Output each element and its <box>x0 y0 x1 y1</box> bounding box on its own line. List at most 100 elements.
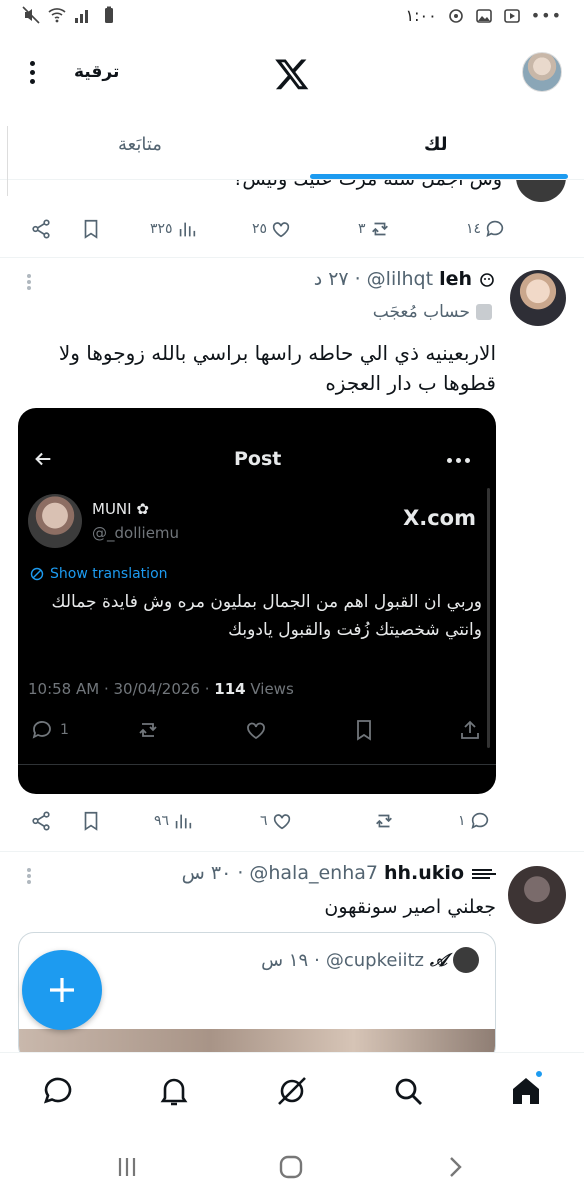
mute-icon <box>22 6 40 24</box>
messages-icon <box>43 1077 72 1104</box>
post-header: ٣٠ س · @hala_enha7 hh.ukio <box>182 862 496 884</box>
repost-icon <box>371 222 388 236</box>
status-left <box>22 6 118 24</box>
embed-handle: @_dolliemu <box>92 524 180 542</box>
nav-messages[interactable] <box>40 1073 76 1109</box>
embed-text: وربي ان القبول اهم من الجمال بمليون مره … <box>51 592 482 640</box>
timeline-tabs: متابَعة لك <box>0 118 584 180</box>
embed-scrollbar <box>487 488 490 748</box>
signal-icon <box>75 10 88 23</box>
avatar[interactable] <box>516 180 566 202</box>
status-right: ١:٠٠ ••• <box>406 6 562 25</box>
bookmark-icon <box>357 720 371 741</box>
tab-following[interactable]: متابَعة <box>118 134 162 155</box>
compose-button[interactable] <box>22 950 102 1030</box>
share-icon <box>461 720 479 739</box>
wifi-icon <box>48 8 66 23</box>
status-bar: ١:٠٠ ••• <box>0 0 584 36</box>
nav-home[interactable] <box>508 1069 544 1109</box>
back-arrow-icon <box>35 452 51 466</box>
embed-meta: 10:58 AM · 30/04/2026 · 114 Views <box>28 680 294 698</box>
bookmark-icon[interactable] <box>80 810 102 832</box>
post-author-name[interactable]: hh.ukio <box>384 862 464 884</box>
like-button[interactable]: ٢٥ <box>252 218 292 240</box>
divider <box>18 764 496 765</box>
share-icon[interactable] <box>30 810 52 832</box>
clock: ١:٠٠ <box>405 6 437 25</box>
post-more-icon[interactable] <box>25 866 33 888</box>
embed-author-name: MUNI ✿ <box>92 500 149 518</box>
active-tab-indicator <box>310 174 568 179</box>
repost-icon <box>139 723 157 737</box>
post-header: ٢٧ د · @lilhqt leh <box>314 268 496 290</box>
more-options-icon[interactable] <box>22 58 42 88</box>
media-icon <box>503 8 520 23</box>
app-notification-icon <box>448 8 463 23</box>
avatar <box>28 494 82 548</box>
post-card[interactable]: ٣٠ س · @hala_enha7 hh.ukio جعلني اصير سو… <box>0 852 584 1062</box>
repost-button[interactable]: ٣ <box>358 218 391 240</box>
avatar[interactable] <box>508 866 566 924</box>
post-handle[interactable]: @hala_enha7 <box>249 862 378 884</box>
post-actions: ١٤ ٣ ٢٥ ٣٢٥ <box>0 218 584 248</box>
show-translation: Show translation <box>30 566 168 582</box>
notifications-icon <box>160 1078 188 1106</box>
profile-avatar[interactable] <box>522 52 562 92</box>
heart-icon <box>272 222 290 238</box>
more-icon <box>447 458 470 463</box>
plus-icon <box>50 978 74 1002</box>
reply-icon <box>470 812 488 829</box>
quoted-post-header: ١٩ س · @cupkeiitz 𝒜 <box>261 947 479 973</box>
views-icon <box>175 814 192 829</box>
like-button[interactable]: ٦ <box>260 810 293 832</box>
home-circle-icon[interactable] <box>278 1154 304 1180</box>
bookmark-icon[interactable] <box>80 218 102 240</box>
tab-for-you[interactable]: لك <box>424 134 448 155</box>
masks-icon <box>476 304 492 320</box>
recents-icon[interactable] <box>114 1154 140 1180</box>
quoted-author-name: 𝒜 <box>429 949 447 971</box>
x-com-watermark: X.com <box>403 506 476 530</box>
nav-notifications[interactable] <box>156 1073 192 1109</box>
fan-account-badge: حساب مُعجَب <box>373 302 492 322</box>
reply-button[interactable]: ١٤ <box>466 218 506 240</box>
views-button[interactable]: ٩٦ <box>154 810 194 832</box>
embedded-screenshot[interactable]: Post MUNI ✿ @_dolliemu X.com Show transl… <box>18 408 496 794</box>
post-text: جعلني اصير سونقهون <box>324 896 496 918</box>
upgrade-button[interactable]: ترقية <box>74 62 119 82</box>
emoji-icon <box>480 273 494 287</box>
post-card[interactable]: ٢٧ د · @lilhqt leh حساب مُعجَب الاربعيني… <box>0 258 584 852</box>
repost-button[interactable] <box>370 810 395 832</box>
bottom-navigation <box>0 1052 584 1132</box>
views-button[interactable]: ٣٢٥ <box>150 218 198 240</box>
flag-icon <box>472 869 496 879</box>
post-author-name[interactable]: leh <box>439 268 472 290</box>
avatar <box>453 947 479 973</box>
grok-icon <box>278 1077 306 1105</box>
post-handle[interactable]: @lilhqt <box>367 268 433 290</box>
search-icon <box>395 1078 422 1105</box>
post-card[interactable]: وش اجمل سنه مرت عليك وليش؟ ١٤ ٣ ٢٥ ٣٢٥ <box>0 180 584 258</box>
reply-icon <box>32 721 51 739</box>
system-navigation <box>0 1132 584 1200</box>
battery-icon <box>105 6 113 23</box>
views-icon <box>179 222 195 237</box>
avatar[interactable] <box>510 270 566 326</box>
post-actions: ١ ٦ ٩٦ <box>0 810 584 840</box>
back-icon[interactable] <box>442 1154 468 1180</box>
quoted-handle: @cupkeiitz <box>325 949 424 971</box>
reply-button[interactable]: ١ <box>458 810 491 832</box>
reply-icon <box>486 220 504 237</box>
x-logo-icon[interactable] <box>274 56 310 92</box>
embed-actions: 1 <box>18 718 496 748</box>
post-time: ٣٠ س <box>181 862 232 884</box>
embed-title: Post <box>234 448 282 470</box>
nav-grok[interactable] <box>274 1073 310 1109</box>
post-text: الاربعينيه ذي الي حاطه راسها براسي بالله… <box>58 341 496 395</box>
translate-icon <box>30 567 44 581</box>
app-header: ترقية <box>0 44 584 108</box>
nav-search[interactable] <box>390 1073 426 1109</box>
post-more-icon[interactable] <box>25 272 33 294</box>
repost-icon <box>376 814 392 828</box>
share-icon[interactable] <box>30 218 52 240</box>
